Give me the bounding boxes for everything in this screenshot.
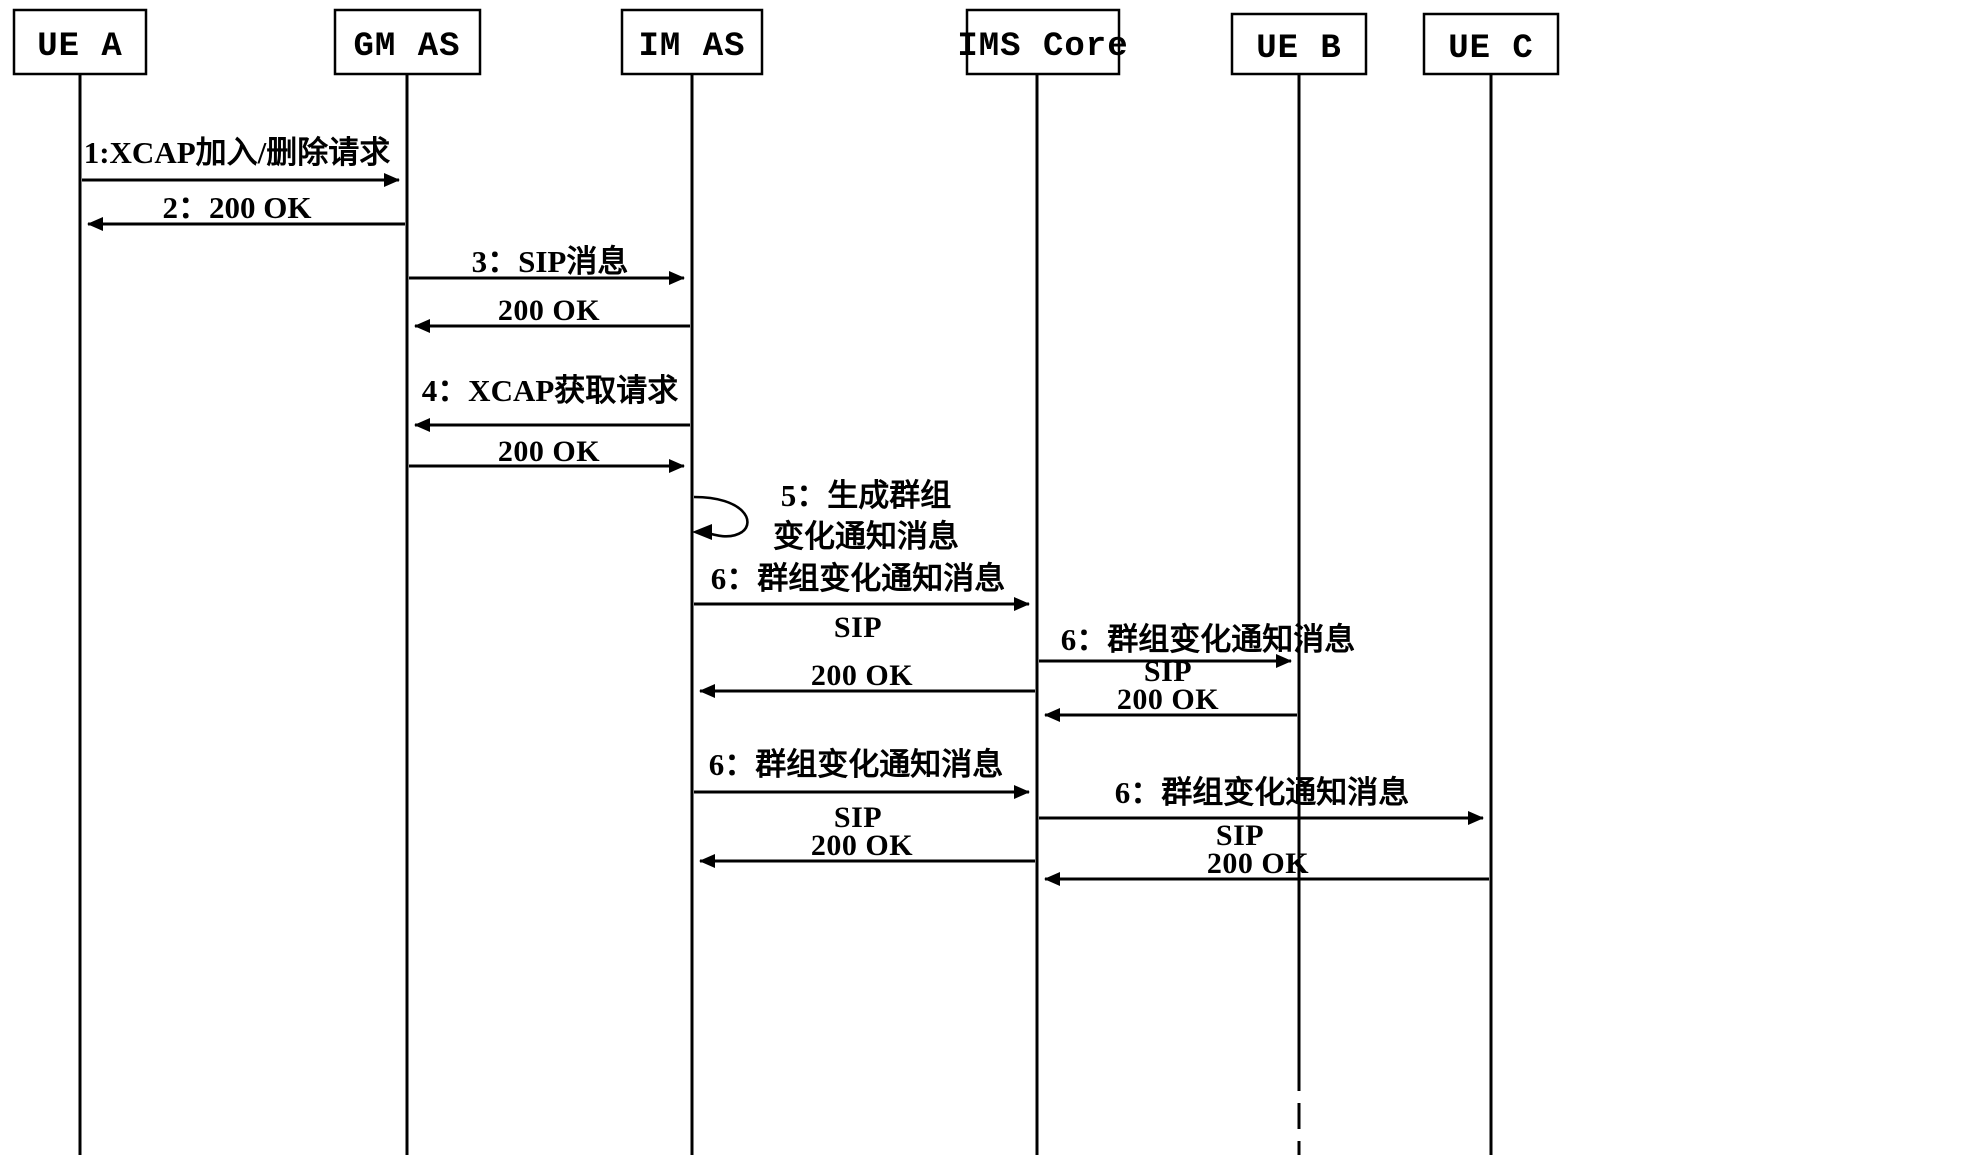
message-label-m6c-r: 200 OK bbox=[811, 829, 913, 862]
message-label-m2: 2：200 OK bbox=[163, 190, 312, 225]
participant-box-gm-as[interactable]: GM AS bbox=[333, 8, 482, 76]
message-label-m1: 1:XCAP加入/删除请求 bbox=[84, 135, 391, 170]
message-label-m5-line2: 变化通知消息 bbox=[773, 519, 959, 554]
participant-box-ue-b[interactable]: UE B bbox=[1230, 12, 1368, 76]
message-label-m6b-r: 200 OK bbox=[1117, 683, 1219, 716]
message-label-m6a: 6：群组变化通知消息 bbox=[711, 561, 1006, 596]
message-m6d[interactable]: 6：群组变化通知消息 SIP bbox=[1039, 775, 1484, 852]
message-sublabel-m6a: SIP bbox=[834, 611, 882, 644]
message-label-m3: 3：SIP消息 bbox=[472, 244, 629, 279]
participant-label-ims-core: IMS Core bbox=[957, 28, 1128, 66]
message-label-m6a-r: 200 OK bbox=[811, 659, 913, 692]
sequence-diagram-canvas: UE A GM AS IM AS IMS Core UE B UE C 1:XC… bbox=[0, 0, 1964, 1161]
message-label-m6b: 6：群组变化通知消息 bbox=[1061, 622, 1356, 657]
message-m5[interactable]: 5：生成群组 变化通知消息 bbox=[692, 478, 959, 554]
message-label-m6c: 6：群组变化通知消息 bbox=[709, 747, 1004, 782]
participant-label-ue-a: UE A bbox=[37, 28, 123, 66]
participant-label-ue-b: UE B bbox=[1256, 30, 1342, 68]
participant-label-im-as: IM AS bbox=[638, 28, 745, 66]
message-label-m6d-r: 200 OK bbox=[1207, 847, 1309, 880]
message-m4r[interactable]: 200 OK bbox=[409, 435, 685, 473]
message-m6c[interactable]: 6：群组变化通知消息 SIP bbox=[694, 747, 1030, 834]
participant-box-im-as[interactable]: IM AS bbox=[620, 8, 764, 76]
message-m1[interactable]: 1:XCAP加入/删除请求 bbox=[82, 135, 400, 187]
message-m6c-r[interactable]: 200 OK bbox=[699, 829, 1035, 868]
message-m6d-r[interactable]: 200 OK bbox=[1044, 847, 1489, 886]
message-selfloop-arrowhead-m5 bbox=[692, 524, 712, 540]
message-label-m4r: 200 OK bbox=[498, 435, 600, 468]
message-m2[interactable]: 2：200 OK bbox=[87, 190, 405, 231]
participant-box-ue-c[interactable]: UE C bbox=[1422, 12, 1560, 76]
message-m3[interactable]: 3：SIP消息 bbox=[409, 244, 685, 285]
message-m6b[interactable]: 6：群组变化通知消息 SIP bbox=[1039, 622, 1355, 688]
message-m3r[interactable]: 200 OK bbox=[414, 294, 690, 333]
message-label-m4: 4：XCAP获取请求 bbox=[422, 373, 679, 408]
participant-box-ims-core[interactable]: IMS Core bbox=[957, 8, 1128, 76]
message-m6b-r[interactable]: 200 OK bbox=[1044, 683, 1297, 722]
message-label-m3r: 200 OK bbox=[498, 294, 600, 327]
message-label-m6d: 6：群组变化通知消息 bbox=[1115, 775, 1410, 810]
message-label-m5-line1: 5：生成群组 bbox=[781, 478, 952, 513]
message-m6a-r[interactable]: 200 OK bbox=[699, 659, 1035, 698]
participant-label-ue-c: UE C bbox=[1448, 30, 1534, 68]
message-m6a[interactable]: 6：群组变化通知消息 SIP bbox=[694, 561, 1030, 644]
participant-box-ue-a[interactable]: UE A bbox=[12, 8, 148, 76]
participant-label-gm-as: GM AS bbox=[353, 28, 460, 66]
sequence-diagram-svg: UE A GM AS IM AS IMS Core UE B UE C 1:XC… bbox=[12, 8, 1560, 1155]
message-m4[interactable]: 4：XCAP获取请求 bbox=[414, 373, 690, 432]
